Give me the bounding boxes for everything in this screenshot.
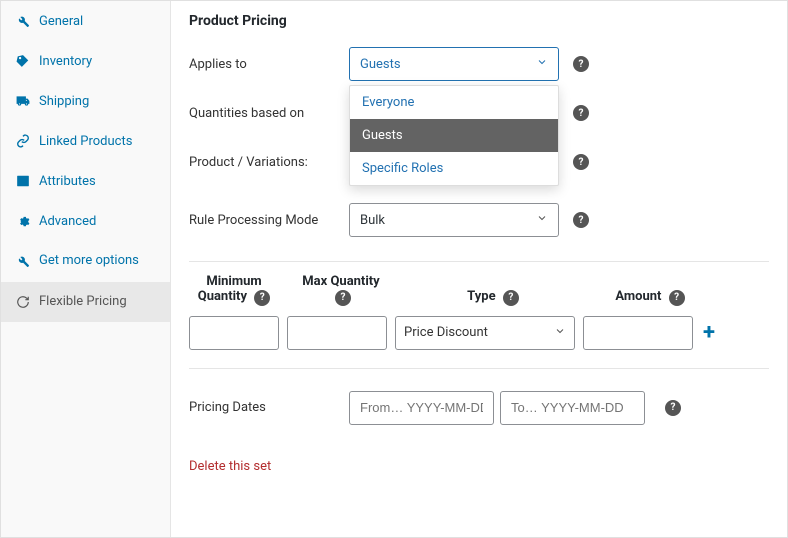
dropdown-item-roles[interactable]: Specific Roles	[350, 152, 558, 185]
page-title: Product Pricing	[189, 13, 769, 29]
label: General	[39, 14, 83, 29]
select-value: Bulk	[360, 213, 385, 228]
applies-to-select[interactable]: Guests	[349, 47, 559, 81]
delete-set-link[interactable]: Delete this set	[189, 459, 769, 474]
sidebar: General Inventory Shipping Linked Produc…	[1, 1, 171, 537]
help-icon[interactable]: ?	[573, 56, 589, 72]
rule-mode-select[interactable]: Bulk	[349, 203, 559, 237]
help-icon[interactable]: ?	[573, 105, 589, 121]
rule-mode-label: Rule Processing Mode	[189, 213, 349, 228]
refresh-icon	[15, 294, 31, 310]
add-row-button[interactable]: +	[703, 320, 715, 345]
amount-input[interactable]	[583, 316, 693, 350]
chevron-down-icon	[536, 212, 548, 228]
min-quantity-input[interactable]	[189, 316, 279, 350]
date-to-input[interactable]	[500, 391, 645, 425]
label: Shipping	[39, 94, 89, 109]
link-icon	[15, 133, 31, 149]
sidebar-item-pricing[interactable]: Flexible Pricing	[1, 282, 170, 322]
label: Linked Products	[39, 134, 132, 149]
sidebar-item-linked[interactable]: Linked Products	[1, 121, 170, 161]
help-icon[interactable]: ?	[573, 154, 589, 170]
applies-to-dropdown: Everyone Guests Specific Roles	[349, 85, 559, 186]
label: Inventory	[39, 54, 92, 69]
wrench-icon	[15, 13, 31, 29]
max-quantity-input[interactable]	[287, 316, 387, 350]
pricing-table: Minimum Quantity ? Max Quantity ? Type ?…	[189, 261, 769, 369]
sidebar-item-attributes[interactable]: Attributes	[1, 161, 170, 201]
main-panel: Product Pricing Applies to Guests Everyo…	[171, 1, 787, 537]
label: Advanced	[39, 214, 96, 229]
truck-icon	[15, 93, 31, 109]
wrench-icon	[15, 253, 31, 269]
quantities-label: Quantities based on	[189, 106, 349, 121]
label: Flexible Pricing	[39, 294, 127, 309]
th-type: Type ?	[403, 289, 583, 306]
sidebar-item-shipping[interactable]: Shipping	[1, 81, 170, 121]
help-icon[interactable]: ?	[669, 290, 685, 306]
sidebar-item-getmore[interactable]: Get more options	[1, 241, 170, 282]
applies-to-label: Applies to	[189, 57, 349, 72]
help-icon[interactable]: ?	[503, 290, 519, 306]
th-min: Minimum Quantity ?	[189, 274, 279, 306]
help-icon[interactable]: ?	[254, 290, 270, 306]
dates-label: Pricing Dates	[189, 400, 349, 415]
tag-icon	[15, 53, 31, 69]
sidebar-item-general[interactable]: General	[1, 1, 170, 41]
help-icon[interactable]: ?	[665, 400, 681, 416]
chevron-down-icon	[554, 325, 566, 341]
layout-icon	[15, 173, 31, 189]
dropdown-item-everyone[interactable]: Everyone	[350, 86, 558, 119]
help-icon[interactable]: ?	[335, 290, 351, 306]
select-value: Guests	[360, 57, 401, 72]
sidebar-item-inventory[interactable]: Inventory	[1, 41, 170, 81]
sidebar-item-advanced[interactable]: Advanced	[1, 201, 170, 241]
help-icon[interactable]: ?	[573, 212, 589, 228]
select-value: Price Discount	[404, 325, 488, 340]
chevron-down-icon	[536, 56, 548, 72]
gear-icon	[15, 213, 31, 229]
product-var-label: Product / Variations:	[189, 155, 349, 170]
type-select[interactable]: Price Discount	[395, 316, 575, 350]
th-amount: Amount ?	[595, 289, 705, 306]
date-from-input[interactable]	[349, 391, 494, 425]
label: Get more options	[39, 253, 139, 270]
dropdown-item-guests[interactable]: Guests	[350, 119, 558, 152]
label: Attributes	[39, 174, 96, 189]
th-max: Max Quantity ?	[291, 274, 391, 306]
